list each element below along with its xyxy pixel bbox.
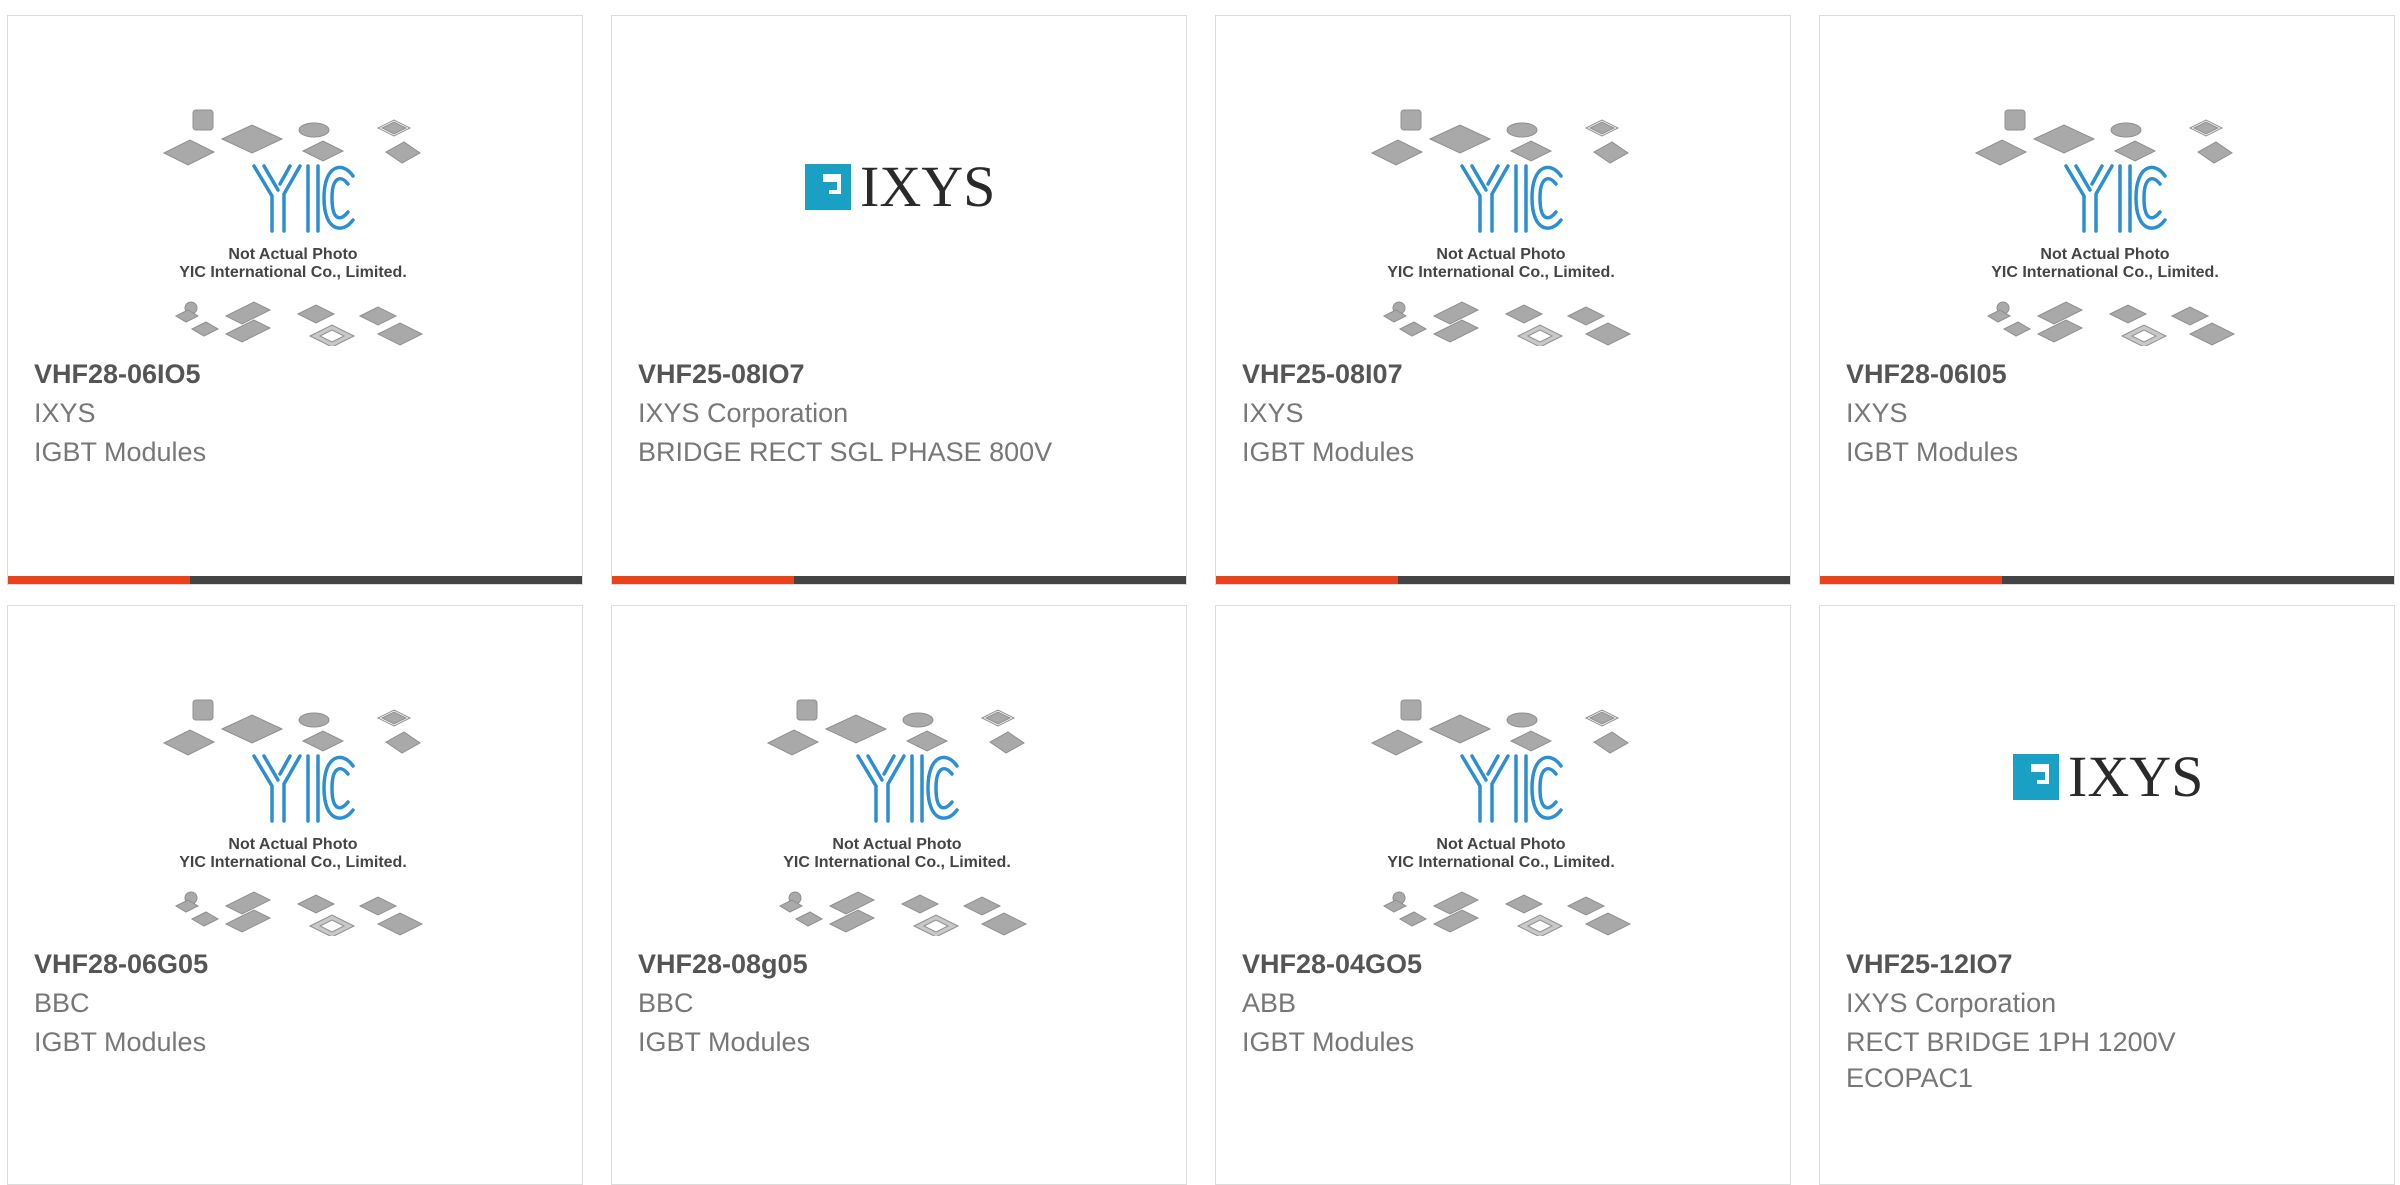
description: IGBT Modules bbox=[1242, 437, 1415, 467]
svg-text:YIC International Co., Limited: YIC International Co., Limited. bbox=[179, 854, 407, 871]
accent-segment bbox=[1820, 576, 2002, 584]
description: IGBT Modules bbox=[1846, 437, 2019, 467]
svg-text:YIC International Co., Limited: YIC International Co., Limited. bbox=[1387, 854, 1615, 871]
svg-text:IXYS: IXYS bbox=[2068, 744, 2203, 809]
manufacturer: IXYS bbox=[34, 398, 96, 428]
product-image[interactable]: Not Actual Photo YIC International Co., … bbox=[1216, 606, 1790, 936]
product-image[interactable]: IXYS bbox=[1820, 606, 2394, 936]
description: IGBT Modules bbox=[34, 1027, 207, 1057]
svg-text:YIC International Co., Limited: YIC International Co., Limited. bbox=[179, 264, 407, 281]
description: IGBT Modules bbox=[34, 437, 207, 467]
card-accent-bar bbox=[8, 576, 582, 584]
card-accent-bar bbox=[612, 576, 1186, 584]
svg-text:Not Actual Photo: Not Actual Photo bbox=[1436, 246, 1565, 263]
svg-text:YIC International Co., Limited: YIC International Co., Limited. bbox=[1991, 264, 2219, 281]
product-card[interactable]: IXYS VHF25-12IO7 IXYS Corporation RECT B… bbox=[1819, 605, 2395, 1185]
placeholder-image-icon: Not Actual Photo YIC International Co., … bbox=[766, 698, 1028, 936]
ixys-logo-icon: IXYS bbox=[803, 154, 995, 219]
svg-text:Not Actual Photo: Not Actual Photo bbox=[2040, 246, 2169, 263]
svg-text:Not Actual Photo: Not Actual Photo bbox=[228, 246, 357, 263]
product-image[interactable]: Not Actual Photo YIC International Co., … bbox=[1820, 16, 2394, 346]
manufacturer: IXYS bbox=[1846, 398, 1908, 428]
card-accent-bar bbox=[1820, 576, 2394, 584]
accent-segment bbox=[1216, 576, 1398, 584]
part-number-link[interactable]: VHF25-12IO7 bbox=[1846, 949, 2013, 980]
part-number-link[interactable]: VHF28-06G05 bbox=[34, 949, 208, 980]
manufacturer: IXYS bbox=[1242, 398, 1304, 428]
product-card[interactable]: Not Actual Photo YIC International Co., … bbox=[7, 15, 583, 585]
manufacturer: ABB bbox=[1242, 988, 1297, 1018]
product-card[interactable]: Not Actual Photo YIC International Co., … bbox=[1819, 15, 2395, 585]
product-image[interactable]: Not Actual Photo YIC International Co., … bbox=[612, 606, 1186, 936]
part-number-link[interactable]: VHF25-08IO7 bbox=[638, 359, 805, 390]
manufacturer: IXYS Corporation bbox=[638, 398, 849, 428]
part-number-link[interactable]: VHF28-06I05 bbox=[1846, 359, 2007, 390]
manufacturer: IXYS Corporation bbox=[1846, 988, 2057, 1018]
description: RECT BRIDGE 1PH 1200V ECOPAC1 bbox=[1846, 1027, 2176, 1093]
svg-text:YIC International Co., Limited: YIC International Co., Limited. bbox=[1387, 264, 1615, 281]
part-number-link[interactable]: VHF25-08I07 bbox=[1242, 359, 1403, 390]
product-card[interactable]: Not Actual Photo YIC International Co., … bbox=[7, 605, 583, 1185]
placeholder-image-icon: Not Actual Photo YIC International Co., … bbox=[1370, 108, 1632, 346]
product-image[interactable]: Not Actual Photo YIC International Co., … bbox=[8, 16, 582, 346]
placeholder-image-icon: Not Actual Photo YIC International Co., … bbox=[1370, 698, 1632, 936]
description: BRIDGE RECT SGL PHASE 800V bbox=[638, 437, 1053, 467]
svg-text:Not Actual Photo: Not Actual Photo bbox=[1436, 836, 1565, 853]
manufacturer: BBC bbox=[34, 988, 90, 1018]
placeholder-image-icon: Not Actual Photo YIC International Co., … bbox=[162, 698, 424, 936]
product-card[interactable]: Not Actual Photo YIC International Co., … bbox=[611, 605, 1187, 1185]
svg-text:IXYS: IXYS bbox=[860, 154, 995, 219]
svg-text:YIC International Co., Limited: YIC International Co., Limited. bbox=[783, 854, 1011, 871]
placeholder-image-icon: Not Actual Photo YIC International Co., … bbox=[1974, 108, 2236, 346]
part-number-link[interactable]: VHF28-06IO5 bbox=[34, 359, 201, 390]
ixys-logo-icon: IXYS bbox=[2011, 744, 2203, 809]
accent-segment bbox=[612, 576, 794, 584]
description: IGBT Modules bbox=[638, 1027, 811, 1057]
part-number-link[interactable]: VHF28-04GO5 bbox=[1242, 949, 1422, 980]
product-card[interactable]: Not Actual Photo YIC International Co., … bbox=[1215, 605, 1791, 1185]
svg-text:Not Actual Photo: Not Actual Photo bbox=[832, 836, 961, 853]
product-image[interactable]: IXYS bbox=[612, 16, 1186, 346]
svg-text:Not Actual Photo: Not Actual Photo bbox=[228, 836, 357, 853]
product-card[interactable]: IXYS VHF25-08IO7 IXYS Corporation BRIDGE… bbox=[611, 15, 1187, 585]
card-accent-bar bbox=[1216, 576, 1790, 584]
placeholder-image-icon: Not Actual Photo YIC International Co., … bbox=[162, 108, 424, 346]
product-card[interactable]: Not Actual Photo YIC International Co., … bbox=[1215, 15, 1791, 585]
description: IGBT Modules bbox=[1242, 1027, 1415, 1057]
product-image[interactable]: Not Actual Photo YIC International Co., … bbox=[1216, 16, 1790, 346]
product-image[interactable]: Not Actual Photo YIC International Co., … bbox=[8, 606, 582, 936]
accent-segment bbox=[8, 576, 190, 584]
manufacturer: BBC bbox=[638, 988, 694, 1018]
part-number-link[interactable]: VHF28-08g05 bbox=[638, 949, 808, 980]
